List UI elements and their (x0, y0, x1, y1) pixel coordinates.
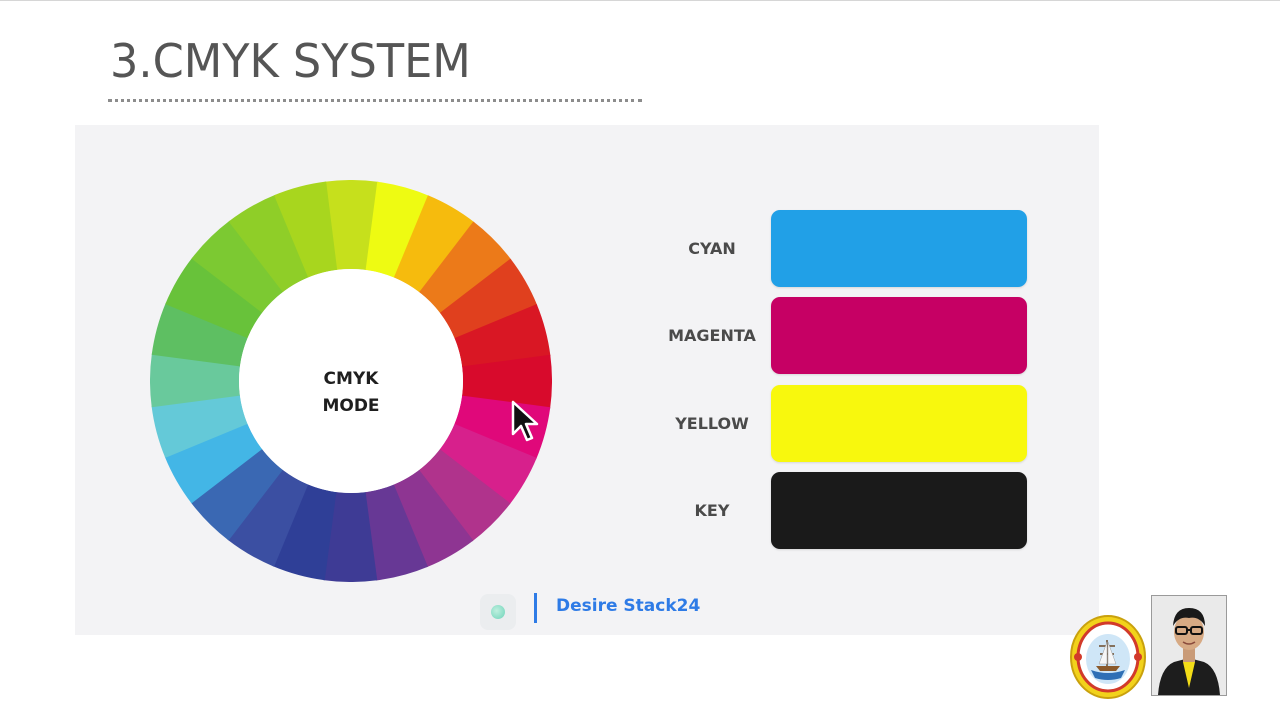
brand-logo-icon (480, 594, 516, 630)
footer-brand-name: Desire Stack24 (556, 596, 701, 616)
color-wheel: CMYK MODE (150, 180, 552, 582)
slide-title: 3.CMYK SYSTEM (110, 34, 471, 88)
swatch-row-key: KEY (655, 472, 1035, 550)
swatch-box-key (771, 472, 1027, 549)
top-border (0, 0, 1280, 1)
footer-divider (534, 593, 537, 623)
swatch-box-magenta (771, 297, 1027, 374)
title-dotted-rule (108, 99, 642, 102)
school-emblem-icon (1069, 614, 1147, 700)
content-panel: CMYK MODE CYAN MAGENTA YELLOW KEY Desire… (75, 125, 1099, 635)
swatch-label-cyan: CYAN (688, 239, 736, 258)
mouse-pointer-icon (511, 400, 543, 444)
swatch-row-yellow: YELLOW (655, 385, 1035, 463)
swatch-label-yellow: YELLOW (675, 414, 749, 433)
swatch-box-cyan (771, 210, 1027, 287)
wheel-center-label: CMYK MODE (150, 366, 552, 420)
swatch-row-cyan: CYAN (655, 210, 1035, 288)
presenter-video-thumbnail (1151, 595, 1227, 696)
swatch-row-magenta: MAGENTA (655, 297, 1035, 375)
swatch-label-magenta: MAGENTA (668, 326, 756, 345)
wheel-label-line1: CMYK (323, 369, 379, 389)
swatch-label-key: KEY (694, 501, 730, 520)
wheel-label-line2: MODE (322, 396, 380, 416)
swatch-box-yellow (771, 385, 1027, 462)
